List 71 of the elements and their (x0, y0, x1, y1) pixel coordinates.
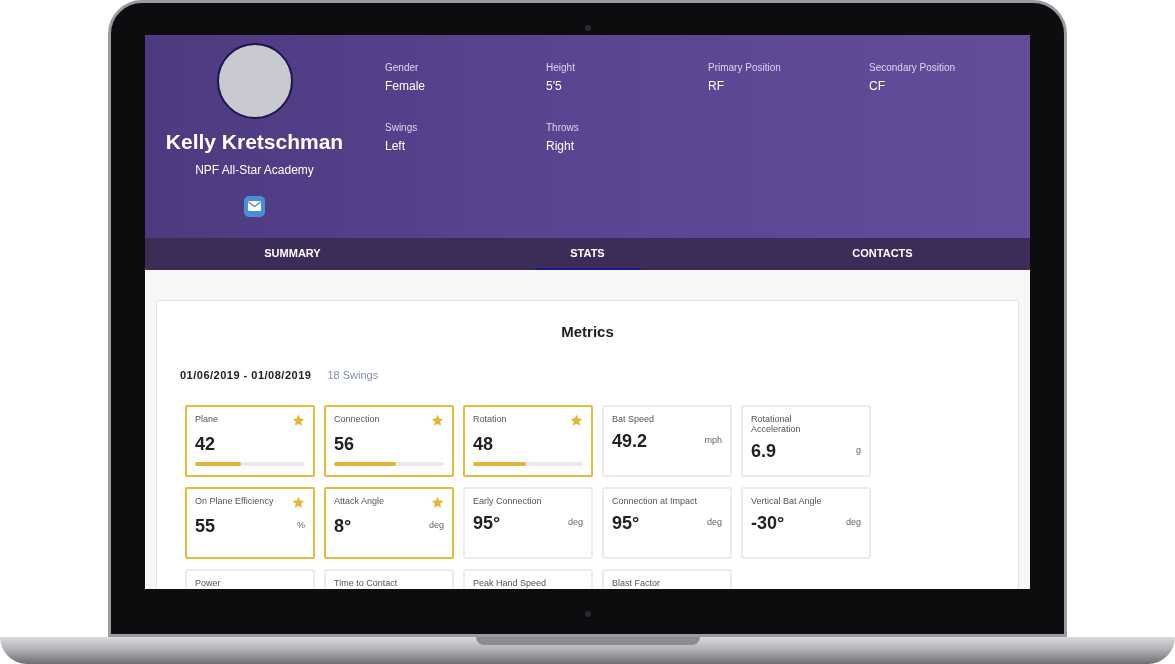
metric-label: Power (195, 578, 222, 588)
star-icon (292, 496, 305, 509)
metric-value: 95° (612, 512, 640, 535)
metric-label: Connection at Impact (612, 496, 699, 506)
metric-card[interactable]: Connection 56 (324, 405, 454, 477)
metric-label: Time to Contact (334, 578, 399, 588)
date-range: 01/06/2019 - 01/08/2019 (180, 367, 312, 383)
metric-card[interactable]: Rotational Acceleration 6.9 g (741, 405, 871, 477)
metric-value: 55 (195, 515, 216, 538)
metric-card[interactable]: Early Connection 95° deg (463, 487, 593, 559)
metric-label: Connection (334, 414, 381, 424)
detail-label: Gender (385, 61, 420, 75)
detail-value: Female (385, 78, 426, 95)
star-icon (570, 414, 583, 427)
metric-value: 95° (473, 512, 501, 535)
metric-value: 6.9 (751, 440, 777, 463)
metric-label: Blast Factor (612, 578, 661, 588)
metric-card[interactable]: Attack Angle 8° deg (324, 487, 454, 559)
metric-label: Peak Hand Speed (473, 578, 548, 588)
tab[interactable]: STATS (534, 238, 641, 270)
metric-value: 56 (334, 433, 355, 456)
metric-unit: deg (567, 515, 583, 529)
star-icon (431, 414, 444, 427)
metric-unit: g (856, 443, 861, 457)
metric-label: Vertical Bat Angle (751, 496, 823, 506)
metric-label: Early Connection (473, 496, 543, 506)
metric-value: -30° (751, 512, 785, 535)
detail-value: 5'5 (546, 78, 563, 95)
detail-value: CF (869, 78, 886, 95)
detail-label: Height (546, 61, 576, 75)
player-name: Kelly Kretschman (165, 129, 344, 155)
metric-card[interactable]: Power (185, 569, 315, 589)
metric-card[interactable]: Rotation 48 (463, 405, 593, 477)
metric-unit: % (297, 518, 305, 532)
star-icon (292, 414, 305, 427)
metric-label: On Plane Efficiency (195, 496, 275, 506)
metric-label: Attack Angle (334, 496, 386, 506)
metric-label: Rotational Acceleration (751, 414, 802, 434)
metric-card[interactable]: Plane 42 (185, 405, 315, 477)
metric-label: Plane (195, 414, 220, 424)
metric-card[interactable]: Bat Speed 49.2 mph (602, 405, 732, 477)
metric-label: Rotation (473, 414, 508, 424)
metric-unit: deg (706, 515, 722, 529)
metric-card[interactable]: Connection at Impact 95° deg (602, 487, 732, 559)
metric-label: Bat Speed (612, 414, 656, 424)
detail-label: Swings (385, 121, 419, 135)
metric-value: 49.2 (612, 430, 648, 453)
metrics-title: Metrics (560, 322, 615, 342)
metric-card[interactable]: Time to Contact (324, 569, 454, 589)
metric-unit: mph (704, 433, 722, 447)
swing-count: 18 Swings (327, 367, 379, 383)
detail-label: Primary Position (708, 61, 782, 75)
metric-card[interactable]: Vertical Bat Angle -30° deg (741, 487, 871, 559)
metric-card[interactable]: Blast Factor (602, 569, 732, 589)
metric-card[interactable]: On Plane Efficiency 55 % (185, 487, 315, 559)
mail-icon[interactable] (244, 195, 265, 217)
metric-value: 42 (195, 433, 216, 456)
metric-value: 8° (334, 515, 352, 538)
metric-unit: deg (845, 515, 861, 529)
metric-value: 48 (473, 433, 494, 456)
detail-value: RF (708, 78, 725, 95)
detail-label: Secondary Position (869, 61, 957, 75)
tab[interactable]: CONTACTS (829, 238, 936, 270)
detail-value: Left (385, 138, 406, 155)
detail-label: Throws (546, 121, 580, 135)
tab[interactable]: SUMMARY (239, 238, 346, 270)
metric-card[interactable]: Peak Hand Speed (463, 569, 593, 589)
detail-value: Right (546, 138, 575, 155)
team-name: NPF All-Star Academy (195, 161, 314, 179)
metric-unit: deg (428, 518, 444, 532)
star-icon (431, 496, 444, 509)
